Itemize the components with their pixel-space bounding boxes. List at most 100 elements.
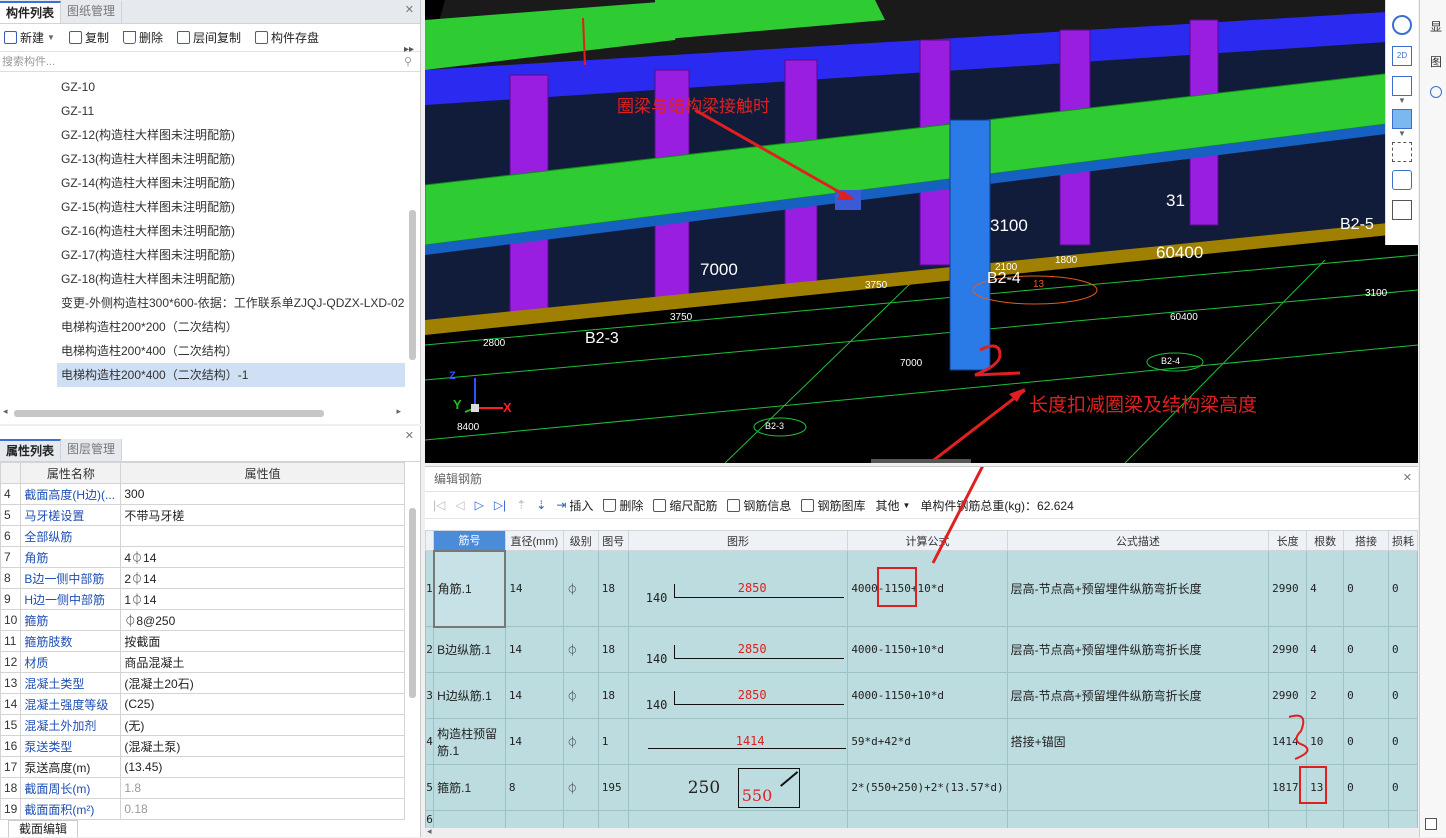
section-edit-tab[interactable]: 截面编辑 [8,820,79,837]
list-item[interactable]: GZ-18(构造柱大样图未注明配筋) [0,267,420,291]
table-row[interactable]: 4 构造柱预留筋.1 14 ⏀ 1 1414 59*d+42*d 搭接+锚固 1414 10 0… [424,718,1418,765]
property-value[interactable]: 0.18 [120,798,405,820]
formula-description[interactable]: 搭接+锚固 [1006,718,1270,765]
property-value[interactable]: 1⏀14 [120,588,405,610]
tab-component-list[interactable]: 构件列表 [0,1,62,23]
grade[interactable]: ⏀ [562,626,599,673]
list-item-selected[interactable]: 电梯构造柱200*400（二次结构）-1 [57,363,405,387]
loss[interactable] [1388,810,1418,829]
tab-drawing-manage[interactable]: 图纸管理 [61,1,123,23]
list-item[interactable]: GZ-14(构造柱大样图未注明配筋) [0,171,420,195]
property-row[interactable]: 5 马牙槎设置 不带马牙槎 [0,504,405,526]
lap[interactable]: 0 [1343,718,1389,765]
3d-viewport[interactable]: 圈梁与结构梁接触时 长度扣减圈梁及结构梁高度 B2-3 B2-4 B2-5 70… [425,0,1418,463]
property-row[interactable]: 9 H边一侧中部筋 1⏀14 [0,588,405,610]
property-row[interactable]: 17 泵送高度(m) (13.45) [0,756,405,778]
count[interactable]: 4 [1306,626,1345,673]
properties-view-icon[interactable] [1392,200,1412,220]
property-value[interactable]: (混凝土泵) [120,735,405,757]
orbit-icon[interactable] [1392,15,1412,35]
figure-number[interactable]: 18 [597,626,629,673]
formula[interactable]: 2*(550+250)+2*(13.57*d) [847,764,1008,811]
2d-view-icon[interactable]: 2D [1392,46,1412,66]
table-row[interactable]: 3 H边纵筋.1 14 ⏀ 18 140 2850 4000-1150+10*d 层高-节… [424,672,1418,719]
floor-copy-button[interactable]: 层间复制 [176,29,241,46]
formula-description[interactable]: 层高-节点高+预留埋件纵筋弯折长度 [1006,672,1270,719]
scale-rebar-button[interactable]: 缩尺配筋 [653,497,717,514]
list-item[interactable]: 变更-外侧构造柱300*600-依据：工作联系单ZJQJ-QDZX-LXD-02 [0,291,420,315]
move-down-icon[interactable]: ⇣ [536,498,546,512]
cube-select-icon[interactable] [1392,170,1412,190]
lap[interactable]: 0 [1343,550,1389,627]
property-value[interactable]: (C25) [120,693,405,715]
next-icon[interactable]: ▷ [475,498,484,512]
splitter-handle[interactable] [871,459,971,463]
rebar-name[interactable]: 角筋.1 [432,549,507,628]
property-row[interactable]: 15 混凝土外加剂 (无) [0,714,405,736]
rebar-name[interactable]: H边纵筋.1 [433,672,506,719]
radio-button[interactable] [1430,86,1442,98]
table-row[interactable]: 5 箍筋.1 8 ⏀ 195 250 550 2*(550+250)+2*(13.57*… [424,764,1418,811]
list-item[interactable]: 电梯构造柱200*400（二次结构） [0,339,420,363]
table-row[interactable]: 6 [424,810,1418,829]
property-value[interactable]: (13.45) [120,756,405,778]
property-value[interactable]: 商品混凝土 [120,651,405,673]
property-row[interactable]: 8 B边一侧中部筋 2⏀14 [0,567,405,589]
property-value[interactable]: (无) [120,714,405,736]
close-icon[interactable]: ✕ [1403,471,1412,484]
checkbox[interactable] [1425,818,1437,830]
other-menu[interactable]: 其他 ▼ [875,497,910,514]
property-value[interactable]: ⏀8@250 [120,609,405,631]
count[interactable]: 4 [1306,550,1345,627]
list-item[interactable]: 电梯构造柱200*200（二次结构） [0,315,420,339]
first-icon[interactable]: |◁ [433,498,445,512]
chevron-down-icon[interactable]: ▼ [1386,96,1418,105]
fit-view-icon[interactable] [1392,142,1412,162]
list-item[interactable]: GZ-17(构造柱大样图未注明配筋) [0,243,420,267]
list-item[interactable]: GZ-15(构造柱大样图未注明配筋) [0,195,420,219]
formula-description[interactable] [1006,810,1270,829]
close-icon[interactable]: ✕ [405,429,414,442]
copy-button[interactable]: 复制 [68,29,109,46]
formula[interactable] [847,810,1008,829]
property-row[interactable]: 16 泵送类型 (混凝土泵) [0,735,405,757]
loss[interactable]: 0 [1388,764,1418,811]
list-item[interactable]: GZ-11 [0,99,420,123]
search-input[interactable]: 搜索构件... ⚲ [0,52,420,72]
rebar-name[interactable]: B边纵筋.1 [433,626,506,673]
figure-number[interactable]: 1 [597,718,629,765]
property-row[interactable]: 14 混凝土强度等级 (C25) [0,693,405,715]
diameter[interactable]: 14 [504,550,564,627]
list-item[interactable]: GZ-10 [0,75,420,99]
new-button[interactable]: 新建 ▼ [4,29,55,46]
property-row[interactable]: 12 材质 商品混凝土 [0,651,405,673]
property-row[interactable]: 18 截面周长(m) 1.8 [0,777,405,799]
figure-number[interactable]: 195 [597,764,629,811]
property-value[interactable]: 300 [120,483,405,505]
3d-box-icon[interactable] [1392,76,1412,96]
property-row[interactable]: 4 截面高度(H边)(... 300 [0,483,405,505]
loss[interactable]: 0 [1388,718,1418,765]
formula[interactable]: 4000-1150+10*d [847,626,1008,673]
property-value[interactable]: 1.8 [120,777,405,799]
property-row[interactable]: 7 角筋 4⏀14 [0,546,405,568]
solid-view-icon[interactable] [1392,109,1412,129]
formula[interactable]: 59*d+42*d [847,718,1008,765]
loss[interactable]: 0 [1388,672,1418,719]
grade[interactable]: ⏀ [562,718,599,765]
formula-description[interactable]: 层高-节点高+预留埋件纵筋弯折长度 [1006,550,1270,627]
horizontal-scrollbar[interactable]: ◂ ▸ [0,406,405,420]
tab-property-list[interactable]: 属性列表 [0,439,62,461]
rebar-info-button[interactable]: 钢筋信息 [727,497,791,514]
diameter[interactable]: 14 [504,718,564,765]
diameter[interactable]: 14 [504,626,564,673]
property-row[interactable]: 13 混凝土类型 (混凝土20石) [0,672,405,694]
property-value[interactable]: 4⏀14 [120,546,405,568]
move-up-icon[interactable]: ⇡ [516,498,526,512]
delete-rebar-button[interactable]: 删除 [603,497,643,514]
property-row[interactable]: 11 箍筋肢数 按截面 [0,630,405,652]
property-row[interactable]: 10 箍筋 ⏀8@250 [0,609,405,631]
vertical-scrollbar[interactable] [409,508,416,698]
property-row[interactable]: 19 截面面积(m²) 0.18 [0,798,405,820]
loss[interactable]: 0 [1388,626,1418,673]
